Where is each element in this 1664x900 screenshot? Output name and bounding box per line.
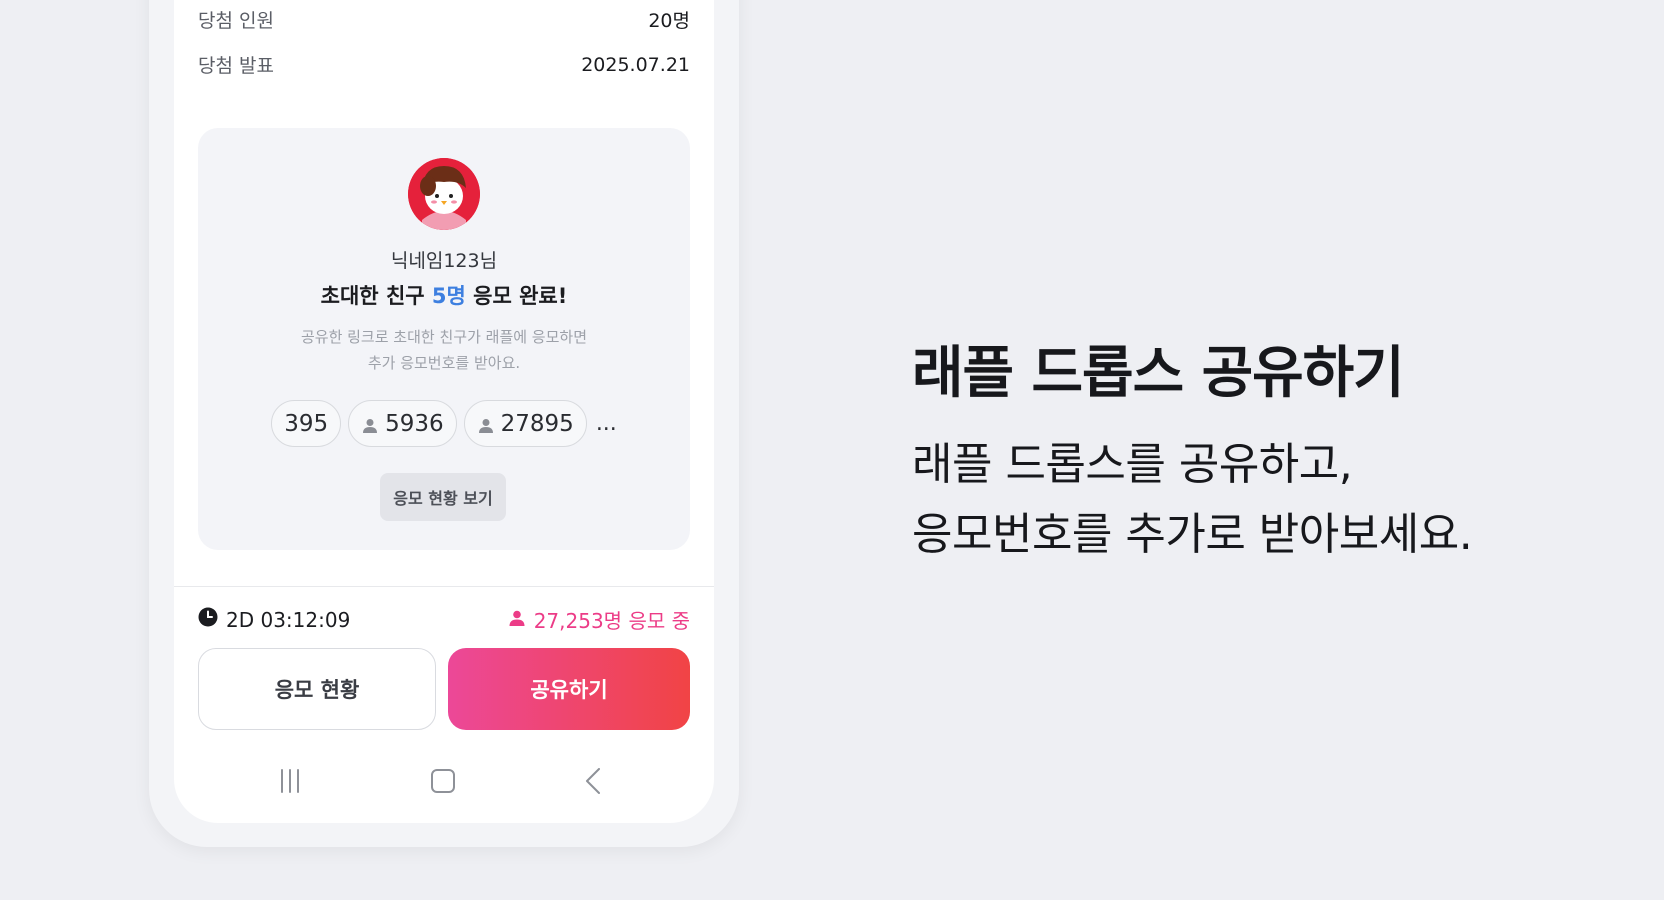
person-icon <box>508 608 526 632</box>
entry-status-button[interactable]: 응모 현황 <box>198 648 436 730</box>
winners-label: 당첨 인원 <box>198 10 274 32</box>
entry-number: 395 <box>284 410 329 437</box>
announce-row: 당첨 발표 2025.07.21 <box>198 51 690 78</box>
share-button[interactable]: 공유하기 <box>448 648 690 730</box>
home-icon[interactable] <box>430 768 456 798</box>
promo-headline: 래플 드롭스 공유하기 <box>912 341 1405 406</box>
participant-count: 27,253명 응모 중 <box>508 605 690 634</box>
android-nav-bar <box>174 762 714 802</box>
invite-title: 초대한 친구 5명 응모 완료! <box>198 280 690 310</box>
winners-row: 당첨 인원 20명 <box>198 6 690 33</box>
divider <box>174 586 714 587</box>
more-indicator: ... <box>595 411 617 436</box>
status-bar: 2D 03:12:09 27,253명 응모 중 <box>198 605 690 634</box>
nickname: 닉네임123님 <box>390 250 498 272</box>
entry-chip: 5936 <box>348 400 457 447</box>
entry-number: 5936 <box>385 410 444 437</box>
person-icon <box>361 415 379 433</box>
invite-card: 닉네임123님 초대한 친구 5명 응모 완료! 공유한 링크로 초대한 친구가… <box>198 128 690 550</box>
person-icon <box>477 415 495 433</box>
announce-label: 당첨 발표 <box>198 55 274 77</box>
invite-title-prefix: 초대한 친구 <box>320 284 432 308</box>
invite-count: 5명 <box>431 284 466 308</box>
back-icon[interactable] <box>581 768 607 798</box>
entry-chip: 27895 <box>463 400 587 447</box>
promo-subtext: 래플 드롭스를 공유하고, 응모번호를 추가로 받아보세요. <box>912 430 1473 570</box>
view-entry-status-button[interactable]: 응모 현황 보기 <box>380 473 506 521</box>
invite-title-suffix: 응모 완료! <box>465 284 568 308</box>
avatar <box>408 158 480 230</box>
entry-chip: 395 <box>271 400 342 447</box>
announce-value: 2025.07.21 <box>581 53 690 76</box>
clock-icon <box>198 607 218 632</box>
invite-description: 공유한 링크로 초대한 친구가 래플에 응모하면 추가 응모번호를 받아요. <box>198 324 690 376</box>
countdown-timer: 2D 03:12:09 <box>226 607 351 632</box>
entry-number: 27895 <box>500 410 574 437</box>
entry-number-chips: 395 5936 27895 ... <box>198 400 690 447</box>
desc-line-2: 추가 응모번호를 받아요. <box>367 354 521 372</box>
participant-text: 27,253명 응모 중 <box>533 609 690 633</box>
promo-sub-line-1: 래플 드롭스를 공유하고, <box>912 439 1353 490</box>
phone-screen: 당첨 인원 20명 당첨 발표 2025.07.21 닉네임123님 초대한 친… <box>174 0 714 823</box>
winners-value: 20명 <box>648 10 690 32</box>
desc-line-1: 공유한 링크로 초대한 친구가 래플에 응모하면 <box>300 328 588 346</box>
stage: 당첨 인원 20명 당첨 발표 2025.07.21 닉네임123님 초대한 친… <box>0 0 1664 900</box>
recent-apps-icon[interactable] <box>277 768 303 798</box>
countdown: 2D 03:12:09 <box>198 607 350 632</box>
promo-sub-line-2: 응모번호를 추가로 받아보세요. <box>912 509 1473 560</box>
